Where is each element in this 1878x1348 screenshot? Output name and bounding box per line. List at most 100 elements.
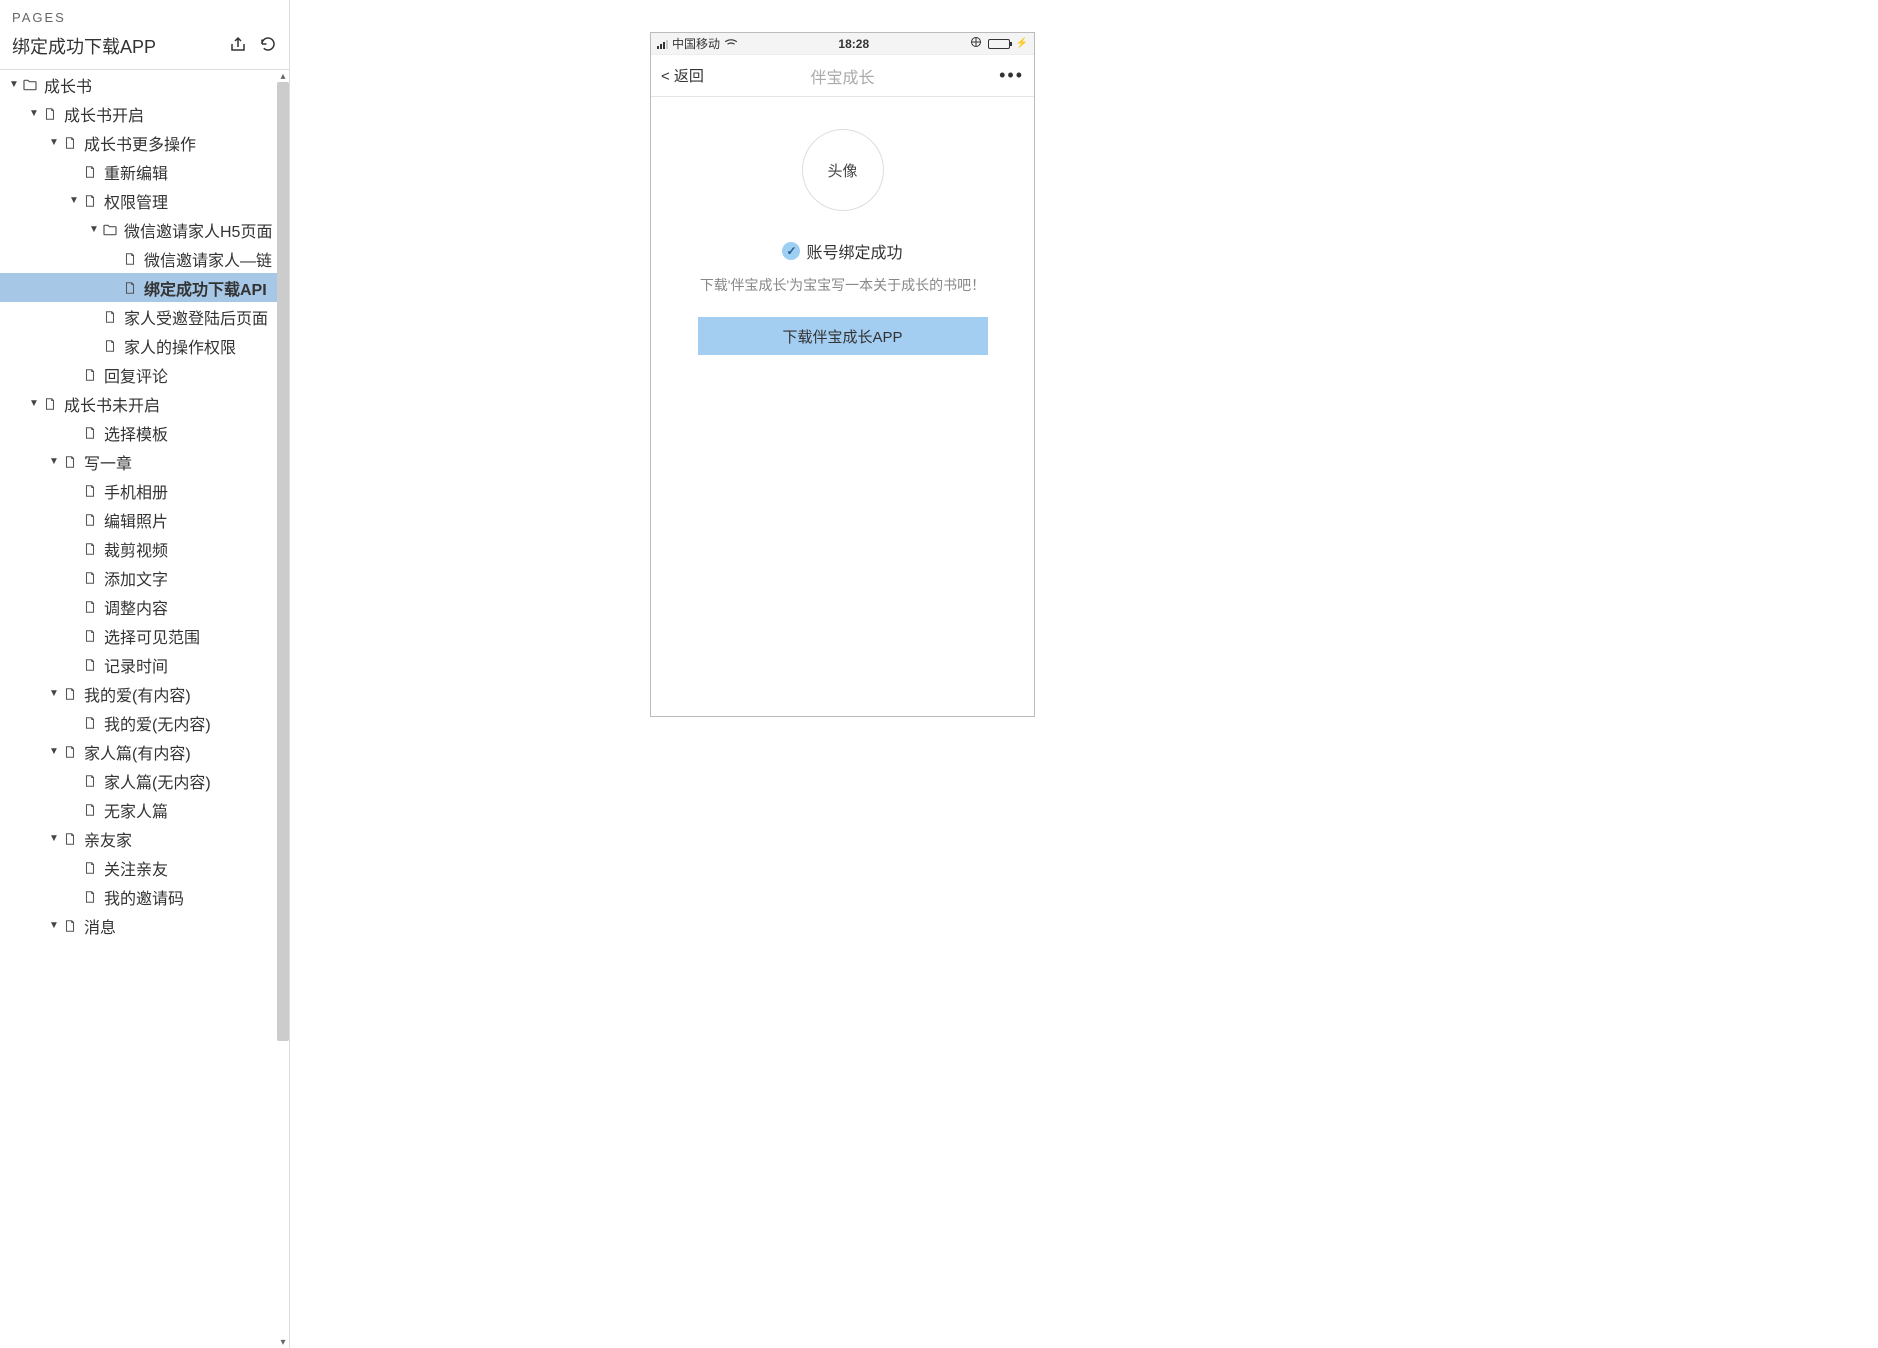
tree-item[interactable]: ▼家人的操作权限 — [0, 331, 289, 360]
tree-item-label: 关注亲友 — [104, 856, 289, 880]
tree-item[interactable]: ▼ 微信邀请家人H5页面 — [0, 215, 289, 244]
page-icon — [62, 744, 78, 760]
tree-scrollbar[interactable]: ▴ ▾ — [277, 70, 289, 1348]
tree-item[interactable]: ▼无家人篇 — [0, 795, 289, 824]
tree-item-label: 微信邀请家人H5页面 — [124, 218, 289, 242]
tree-item-label: 家人篇(有内容) — [84, 740, 289, 764]
tree-item[interactable]: ▼微信邀请家人—链 — [0, 244, 289, 273]
nav-title: 伴宝成长 — [810, 64, 874, 88]
page-icon — [122, 251, 138, 267]
tree-item[interactable]: ▼调整内容 — [0, 592, 289, 621]
page-icon — [82, 860, 98, 876]
tree-item[interactable]: ▼消息 — [0, 911, 289, 940]
page-icon — [82, 570, 98, 586]
tree-item-label: 选择可见范围 — [104, 624, 289, 648]
tree-item[interactable]: ▼ 成长书未开启 — [0, 389, 289, 418]
tree-item-label: 我的爱(无内容) — [104, 711, 289, 735]
tree-item[interactable]: ▼成长书 — [0, 70, 289, 99]
carrier-label: 中国移动 — [672, 35, 720, 52]
page-icon — [82, 367, 98, 383]
tree-item-label: 写一章 — [84, 450, 289, 474]
folder-icon — [22, 77, 38, 93]
chevron-down-icon[interactable]: ▼ — [6, 79, 22, 90]
tree-item-label: 无家人篇 — [104, 798, 289, 822]
chevron-down-icon[interactable]: ▼ — [46, 688, 62, 699]
page-icon — [42, 106, 58, 122]
tree-item[interactable]: ▼选择模板 — [0, 418, 289, 447]
tree-item[interactable]: ▼ 成长书更多操作 — [0, 128, 289, 157]
battery-icon — [988, 39, 1010, 49]
tree-item[interactable]: ▼家人受邀登陆后页面 — [0, 302, 289, 331]
check-icon: ✓ — [782, 242, 800, 260]
page-title: 绑定成功下载APP — [12, 33, 156, 59]
avatar-placeholder[interactable]: 头像 — [802, 129, 884, 211]
tree-item-label: 编辑照片 — [104, 508, 289, 532]
chevron-down-icon[interactable]: ▼ — [46, 137, 62, 148]
download-button[interactable]: 下载伴宝成长APP — [698, 317, 988, 355]
chevron-down-icon[interactable]: ▼ — [26, 398, 42, 409]
phone-content: 头像 ✓ 账号绑定成功 下载'伴宝成长'为宝宝写一本关于成长的书吧！ 下载伴宝成… — [651, 97, 1034, 716]
tree-item-label: 家人的操作权限 — [124, 334, 289, 358]
sidebar-header: PAGES — [0, 0, 289, 25]
page-icon — [62, 918, 78, 934]
tree-item[interactable]: ▼关注亲友 — [0, 853, 289, 882]
tree-item-label: 记录时间 — [104, 653, 289, 677]
tree-item[interactable]: ▼家人篇(无内容) — [0, 766, 289, 795]
tree-item[interactable]: ▼ 写一章 — [0, 447, 289, 476]
tree-item[interactable]: ▼重新编辑 — [0, 157, 289, 186]
tree-item-label: 调整内容 — [104, 595, 289, 619]
tree-item[interactable]: ▼编辑照片 — [0, 505, 289, 534]
tree-item[interactable]: ▼我的爱(无内容) — [0, 708, 289, 737]
tree-item[interactable]: ▼裁剪视频 — [0, 534, 289, 563]
tree-item-label: 我的爱(有内容) — [84, 682, 289, 706]
tree-item[interactable]: ▼回复评论 — [0, 360, 289, 389]
tree-item-label: 手机相册 — [104, 479, 289, 503]
tree-item[interactable]: ▼ 权限管理 — [0, 186, 289, 215]
page-icon — [62, 454, 78, 470]
tree-item[interactable]: ▼添加文字 — [0, 563, 289, 592]
tree-item-label: 成长书更多操作 — [84, 131, 289, 155]
share-icon[interactable] — [229, 35, 247, 58]
tree-item-label: 亲友家 — [84, 827, 289, 851]
chevron-down-icon[interactable]: ▼ — [46, 456, 62, 467]
chevron-down-icon[interactable]: ▼ — [46, 833, 62, 844]
tree-item[interactable]: ▼我的邀请码 — [0, 882, 289, 911]
page-icon — [82, 541, 98, 557]
chevron-down-icon[interactable]: ▼ — [46, 920, 62, 931]
tree-item[interactable]: ▼绑定成功下载API — [0, 273, 289, 302]
tree-item-label: 绑定成功下载API — [144, 276, 289, 300]
chevron-down-icon[interactable]: ▼ — [46, 746, 62, 757]
success-text: 账号绑定成功 — [806, 239, 902, 263]
chevron-down-icon[interactable]: ▼ — [66, 195, 82, 206]
folder-icon — [102, 222, 118, 238]
pages-sidebar: PAGES 绑定成功下载APP ▴ ▾ ▼成长书▼成长书开启▼成长书更多操作▼重… — [0, 0, 290, 1348]
tree-item[interactable]: ▼记录时间 — [0, 650, 289, 679]
page-icon — [82, 889, 98, 905]
tree-item[interactable]: ▼ 家人篇(有内容) — [0, 737, 289, 766]
scrollbar-thumb[interactable] — [277, 82, 289, 1041]
scrollbar-down-icon[interactable]: ▾ — [277, 1336, 289, 1348]
tree-item[interactable]: ▼ 我的爱(有内容) — [0, 679, 289, 708]
back-button[interactable]: < 返回 — [661, 65, 704, 86]
tree-item[interactable]: ▼ 亲友家 — [0, 824, 289, 853]
tree-item-label: 成长书未开启 — [64, 392, 289, 416]
charging-icon: ⚡ — [1016, 38, 1028, 49]
phone-nav-bar: < 返回 伴宝成长 ••• — [651, 55, 1034, 97]
tree-item-label: 成长书开启 — [64, 102, 289, 126]
avatar-text: 头像 — [827, 160, 857, 181]
more-icon[interactable]: ••• — [999, 65, 1024, 86]
tree-item[interactable]: ▼手机相册 — [0, 476, 289, 505]
scrollbar-up-icon[interactable]: ▴ — [277, 70, 289, 82]
tree-item[interactable]: ▼选择可见范围 — [0, 621, 289, 650]
chevron-down-icon[interactable]: ▼ — [26, 108, 42, 119]
page-icon — [102, 309, 118, 325]
success-row: ✓ 账号绑定成功 — [782, 239, 902, 263]
pages-tree[interactable]: ▴ ▾ ▼成长书▼成长书开启▼成长书更多操作▼重新编辑▼权限管理▼微信邀请家人H… — [0, 70, 289, 1348]
tree-item-label: 权限管理 — [104, 189, 289, 213]
chevron-down-icon[interactable]: ▼ — [86, 224, 102, 235]
tree-item[interactable]: ▼ 成长书开启 — [0, 99, 289, 128]
page-icon — [82, 483, 98, 499]
tree-item-label: 微信邀请家人—链 — [144, 247, 289, 271]
refresh-icon[interactable] — [259, 35, 277, 58]
page-icon — [82, 628, 98, 644]
